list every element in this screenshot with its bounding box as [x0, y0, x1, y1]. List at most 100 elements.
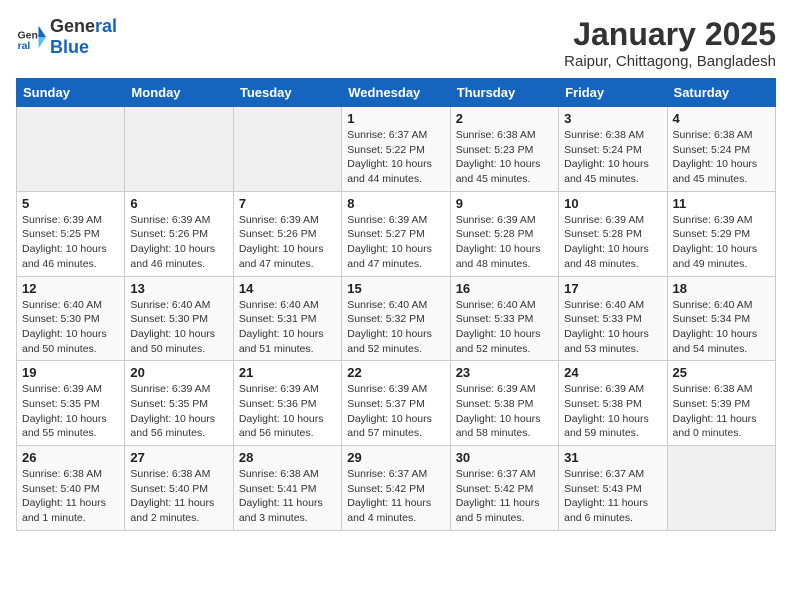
day-number: 4: [673, 111, 770, 126]
day-number: 27: [130, 450, 227, 465]
day-number: 13: [130, 281, 227, 296]
calendar-cell: [17, 107, 125, 192]
day-info: Sunrise: 6:40 AM Sunset: 5:32 PM Dayligh…: [347, 298, 444, 357]
month-title: January 2025: [564, 16, 776, 53]
day-number: 12: [22, 281, 119, 296]
day-info: Sunrise: 6:40 AM Sunset: 5:33 PM Dayligh…: [456, 298, 553, 357]
calendar-cell: 7Sunrise: 6:39 AM Sunset: 5:26 PM Daylig…: [233, 191, 341, 276]
calendar-cell: 23 Sunrise: 6:39 AM Sunset: 5:38 PM Dayli…: [450, 361, 558, 446]
day-info: Sunrise: 6:38 AM Sunset: 5:24 PM Dayligh…: [673, 128, 770, 187]
calendar-cell: 3 Sunrise: 6:38 AM Sunset: 5:24 PM Daylig…: [559, 107, 667, 192]
logo: Gene ral General Blue: [16, 16, 117, 58]
calendar-week-2: 5 Sunrise: 6:39 AM Sunset: 5:25 PM Daylig…: [17, 191, 776, 276]
day-number: 1: [347, 111, 444, 126]
weekday-header-monday: Monday: [125, 79, 233, 107]
day-info: Sunrise: 6:38 AM Sunset: 5:40 PM Dayligh…: [130, 467, 227, 526]
calendar-cell: 14 Sunrise: 6:40 AM Sunset: 5:31 PM Dayli…: [233, 276, 341, 361]
day-info: Sunrise: 6:39 AM Sunset: 5:36 PM Dayligh…: [239, 382, 336, 441]
calendar-cell: 24 Sunrise: 6:39 AM Sunset: 5:38 PM Dayli…: [559, 361, 667, 446]
day-number: 31: [564, 450, 661, 465]
calendar-cell: 27 Sunrise: 6:38 AM Sunset: 5:40 PM Dayli…: [125, 446, 233, 531]
day-number: 19: [22, 365, 119, 380]
calendar-cell: 28Sunrise: 6:38 AM Sunset: 5:41 PM Dayli…: [233, 446, 341, 531]
calendar-cell: 29 Sunrise: 6:37 AM Sunset: 5:42 PM Dayli…: [342, 446, 450, 531]
day-info: Sunrise: 6:37 AM Sunset: 5:22 PM Dayligh…: [347, 128, 444, 187]
day-number: 3: [564, 111, 661, 126]
weekday-header-row: SundayMondayTuesdayWednesdayThursdayFrid…: [17, 79, 776, 107]
day-number: 15: [347, 281, 444, 296]
day-number: 2: [456, 111, 553, 126]
day-number: 18: [673, 281, 770, 296]
day-info: Sunrise: 6:39 AM Sunset: 5:28 PM Dayligh…: [564, 213, 661, 272]
day-info: Sunrise: 6:39 AM Sunset: 5:27 PM Dayligh…: [347, 213, 444, 272]
day-number: 24: [564, 365, 661, 380]
day-number: 21: [239, 365, 336, 380]
day-number: 25: [673, 365, 770, 380]
weekday-header-tuesday: Tuesday: [233, 79, 341, 107]
page-header: Gene ral General Blue January 2025 Raipu…: [16, 16, 776, 70]
day-info: Sunrise: 6:39 AM Sunset: 5:25 PM Dayligh…: [22, 213, 119, 272]
day-info: Sunrise: 6:39 AM Sunset: 5:26 PM Dayligh…: [130, 213, 227, 272]
calendar-cell: 26Sunrise: 6:38 AM Sunset: 5:40 PM Dayli…: [17, 446, 125, 531]
calendar-cell: 18Sunrise: 6:40 AM Sunset: 5:34 PM Dayli…: [667, 276, 775, 361]
day-info: Sunrise: 6:37 AM Sunset: 5:43 PM Dayligh…: [564, 467, 661, 526]
calendar-cell: 13 Sunrise: 6:40 AM Sunset: 5:30 PM Dayli…: [125, 276, 233, 361]
day-info: Sunrise: 6:39 AM Sunset: 5:38 PM Dayligh…: [564, 382, 661, 441]
svg-text:ral: ral: [18, 40, 31, 52]
location-title: Raipur, Chittagong, Bangladesh: [564, 53, 776, 70]
calendar-cell: 10 Sunrise: 6:39 AM Sunset: 5:28 PM Dayli…: [559, 191, 667, 276]
title-block: January 2025 Raipur, Chittagong, Banglad…: [564, 16, 776, 70]
calendar-cell: 8 Sunrise: 6:39 AM Sunset: 5:27 PM Daylig…: [342, 191, 450, 276]
day-info: Sunrise: 6:37 AM Sunset: 5:42 PM Dayligh…: [347, 467, 444, 526]
day-number: 20: [130, 365, 227, 380]
day-info: Sunrise: 6:39 AM Sunset: 5:38 PM Dayligh…: [456, 382, 553, 441]
calendar-week-1: 1 Sunrise: 6:37 AM Sunset: 5:22 PM Daylig…: [17, 107, 776, 192]
calendar-cell: [125, 107, 233, 192]
calendar-cell: 9Sunrise: 6:39 AM Sunset: 5:28 PM Daylig…: [450, 191, 558, 276]
day-number: 10: [564, 196, 661, 211]
calendar-cell: 6Sunrise: 6:39 AM Sunset: 5:26 PM Daylig…: [125, 191, 233, 276]
calendar-cell: 12 Sunrise: 6:40 AM Sunset: 5:30 PM Dayli…: [17, 276, 125, 361]
day-info: Sunrise: 6:39 AM Sunset: 5:35 PM Dayligh…: [22, 382, 119, 441]
calendar-cell: 21 Sunrise: 6:39 AM Sunset: 5:36 PM Dayli…: [233, 361, 341, 446]
day-number: 14: [239, 281, 336, 296]
calendar-cell: 16 Sunrise: 6:40 AM Sunset: 5:33 PM Dayli…: [450, 276, 558, 361]
day-info: Sunrise: 6:40 AM Sunset: 5:31 PM Dayligh…: [239, 298, 336, 357]
day-number: 30: [456, 450, 553, 465]
logo-text: General: [50, 16, 117, 37]
calendar-week-3: 12 Sunrise: 6:40 AM Sunset: 5:30 PM Dayli…: [17, 276, 776, 361]
day-info: Sunrise: 6:39 AM Sunset: 5:29 PM Dayligh…: [673, 213, 770, 272]
day-info: Sunrise: 6:38 AM Sunset: 5:39 PM Dayligh…: [673, 382, 770, 441]
day-info: Sunrise: 6:40 AM Sunset: 5:30 PM Dayligh…: [130, 298, 227, 357]
day-info: Sunrise: 6:40 AM Sunset: 5:30 PM Dayligh…: [22, 298, 119, 357]
calendar-cell: 22Sunrise: 6:39 AM Sunset: 5:37 PM Dayli…: [342, 361, 450, 446]
logo-icon: Gene ral: [16, 22, 46, 52]
calendar-cell: [667, 446, 775, 531]
calendar-cell: 30Sunrise: 6:37 AM Sunset: 5:42 PM Dayli…: [450, 446, 558, 531]
calendar-cell: 17 Sunrise: 6:40 AM Sunset: 5:33 PM Dayli…: [559, 276, 667, 361]
calendar-cell: 25 Sunrise: 6:38 AM Sunset: 5:39 PM Dayli…: [667, 361, 775, 446]
day-number: 5: [22, 196, 119, 211]
day-number: 22: [347, 365, 444, 380]
weekday-header-sunday: Sunday: [17, 79, 125, 107]
day-number: 17: [564, 281, 661, 296]
weekday-header-wednesday: Wednesday: [342, 79, 450, 107]
day-number: 23: [456, 365, 553, 380]
day-info: Sunrise: 6:38 AM Sunset: 5:23 PM Dayligh…: [456, 128, 553, 187]
calendar-cell: 2 Sunrise: 6:38 AM Sunset: 5:23 PM Daylig…: [450, 107, 558, 192]
calendar-cell: 15 Sunrise: 6:40 AM Sunset: 5:32 PM Dayli…: [342, 276, 450, 361]
calendar-cell: 20Sunrise: 6:39 AM Sunset: 5:35 PM Dayli…: [125, 361, 233, 446]
day-info: Sunrise: 6:40 AM Sunset: 5:33 PM Dayligh…: [564, 298, 661, 357]
day-number: 16: [456, 281, 553, 296]
day-number: 9: [456, 196, 553, 211]
calendar-week-5: 26Sunrise: 6:38 AM Sunset: 5:40 PM Dayli…: [17, 446, 776, 531]
day-number: 11: [673, 196, 770, 211]
weekday-header-saturday: Saturday: [667, 79, 775, 107]
day-number: 7: [239, 196, 336, 211]
day-number: 8: [347, 196, 444, 211]
calendar-cell: [233, 107, 341, 192]
calendar-cell: 31 Sunrise: 6:37 AM Sunset: 5:43 PM Dayli…: [559, 446, 667, 531]
day-info: Sunrise: 6:38 AM Sunset: 5:40 PM Dayligh…: [22, 467, 119, 526]
day-info: Sunrise: 6:38 AM Sunset: 5:24 PM Dayligh…: [564, 128, 661, 187]
day-number: 29: [347, 450, 444, 465]
